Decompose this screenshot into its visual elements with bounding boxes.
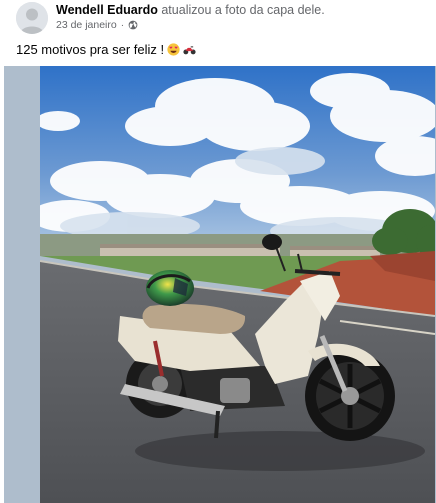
post-title-line: Wendell Eduardo atualizou a foto da capa… [56, 3, 325, 17]
globe-icon[interactable] [128, 20, 138, 30]
author-name-link[interactable]: Wendell Eduardo [56, 3, 158, 17]
avatar[interactable] [16, 2, 48, 34]
post-caption: 125 motivos pra ser feliz ! [16, 42, 196, 57]
motorcycle-emoji-icon [183, 46, 196, 55]
feed-post: Wendell Eduardo atualizou a foto da capa… [0, 0, 436, 503]
post-meta: 23 de janeiro · [56, 19, 138, 31]
post-action-text: atualizou a foto da capa dele. [161, 3, 325, 17]
default-avatar-icon [16, 2, 48, 34]
post-header: Wendell Eduardo atualizou a foto da capa… [0, 0, 436, 40]
caption-text: 125 motivos pra ser feliz ! [16, 42, 165, 57]
meta-separator: · [120, 19, 125, 31]
motorcycle-photo-image [40, 66, 435, 503]
heart-eyes-emoji-icon [167, 43, 180, 56]
cover-photo[interactable] [40, 66, 435, 503]
post-date-link[interactable]: 23 de janeiro [56, 19, 117, 31]
